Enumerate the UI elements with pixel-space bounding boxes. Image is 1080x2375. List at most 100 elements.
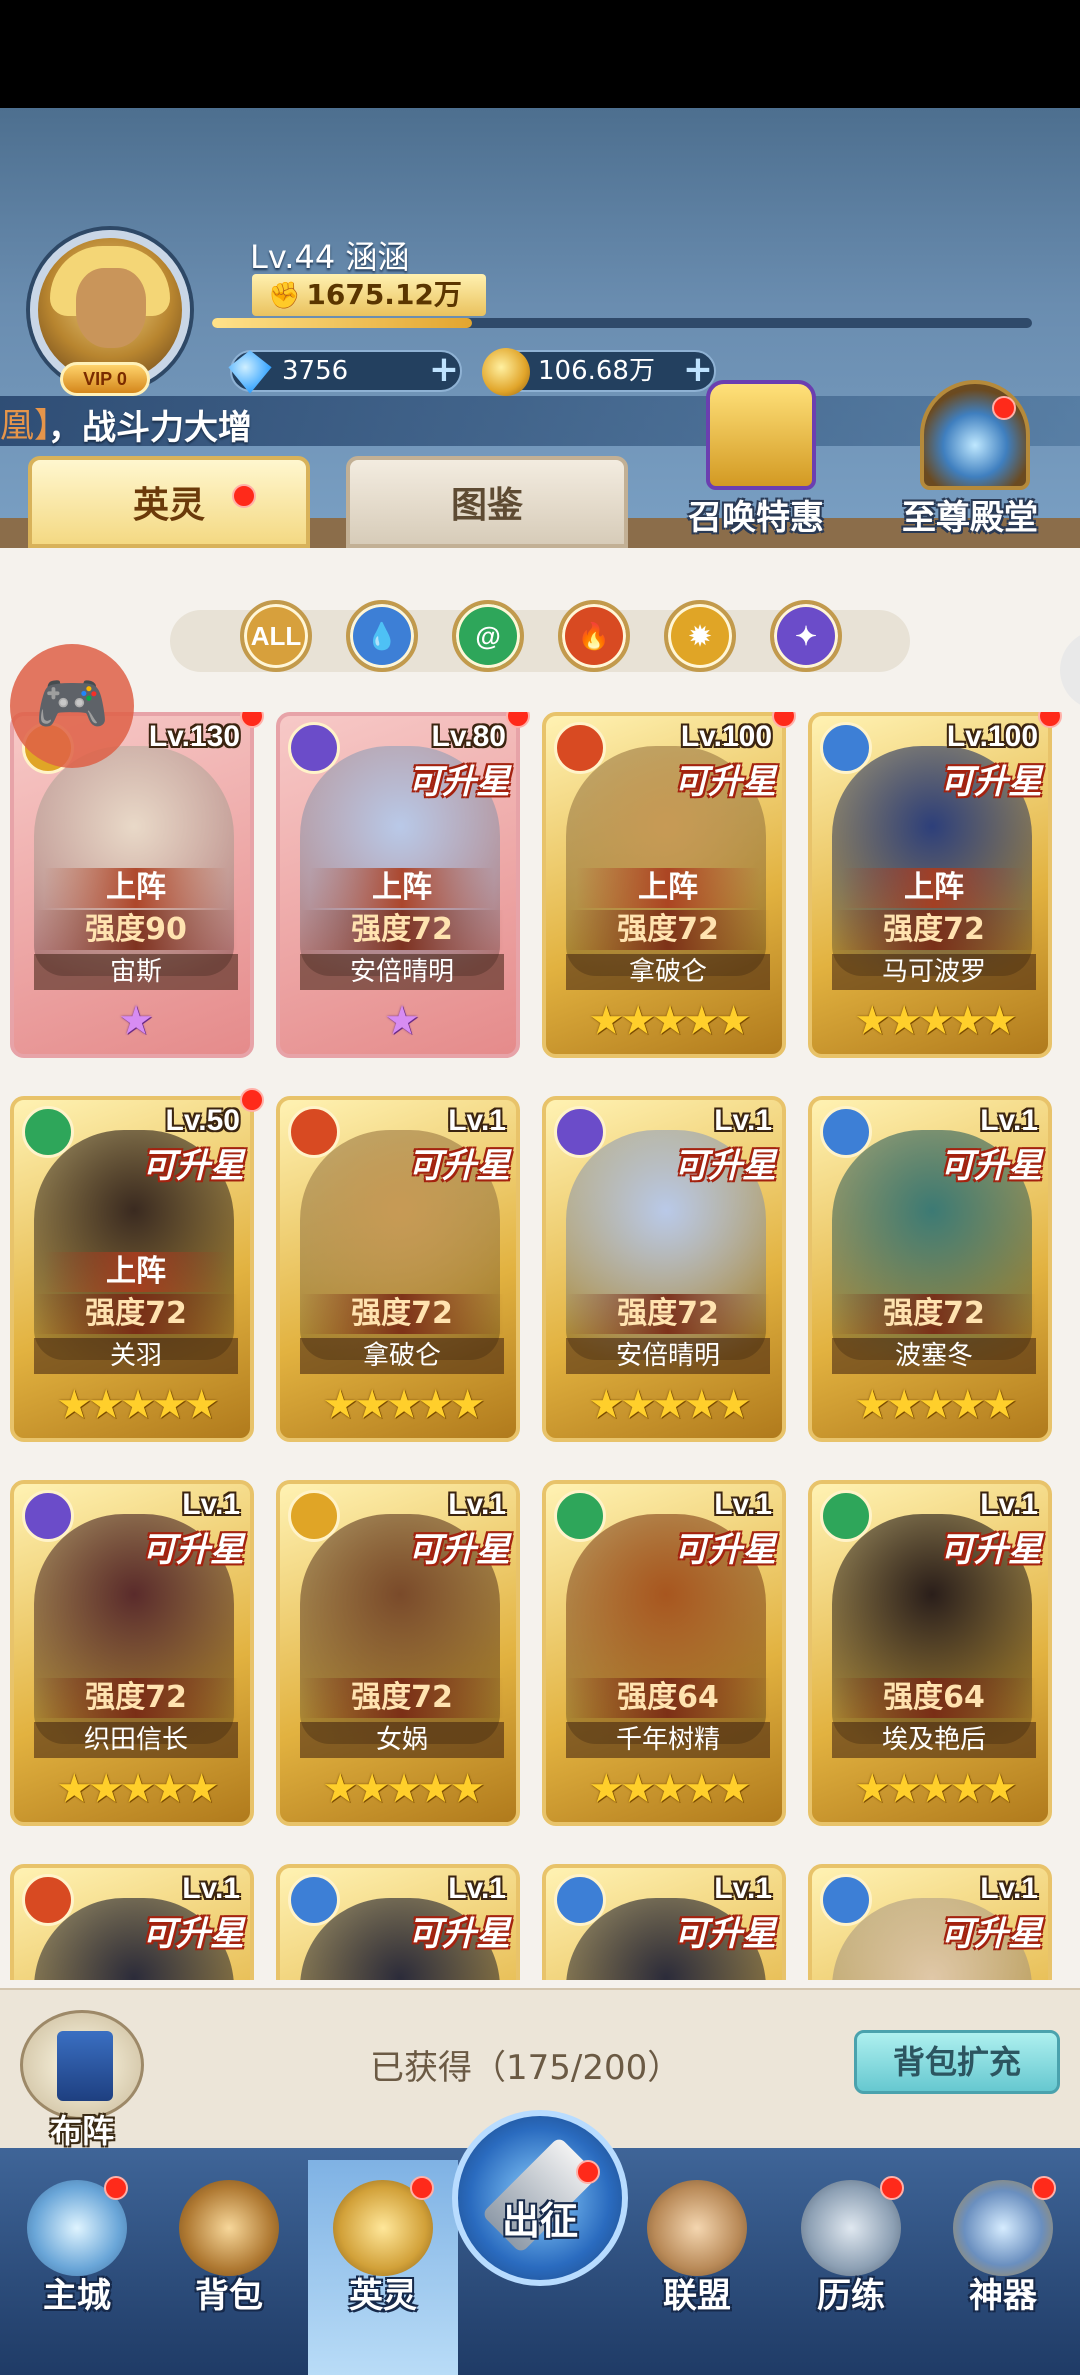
wind-element-icon [820,1490,872,1542]
add-diamonds-button[interactable]: + [424,352,464,390]
supreme-hall-label: 至尊殿堂 [902,498,1038,538]
hero-star-rating: ★★★★★ [588,1382,751,1428]
gold-value: 106.68万 [538,356,655,386]
hero-strength: 强度72 [34,1678,238,1718]
upgradable-tag: 可升星 [940,1146,1042,1186]
tab-gallery[interactable]: 图鉴 [346,456,628,548]
hero-name: 关羽 [34,1338,238,1374]
wind-element-icon [22,1106,74,1158]
hero-card[interactable]: Lv.1 可升星 强度64 千年树精 ★★★★★ [542,1480,786,1826]
summon-offer-label: 召唤特惠 [688,498,824,538]
hero-star-rating: ★★★★★ [854,1382,1017,1428]
hero-star-rating: ★★★★★ [854,998,1017,1044]
backpack-icon [179,2180,279,2276]
gold-coin-icon [482,348,530,396]
nav-trials-label: 历练 [817,2276,885,2316]
upgradable-tag: 可升星 [940,1914,1042,1954]
nav-artifact[interactable]: 神器 [928,2160,1078,2316]
hero-card[interactable]: Lv.1 可升星 强度72 波塞冬 ★★★★★ [808,1096,1052,1442]
hero-card[interactable]: Lv.1 可升星 强度64 埃及艳后 ★★★★★ [808,1480,1052,1826]
nav-bag[interactable]: 背包 [154,2160,304,2316]
notification-dot [232,484,256,508]
combat-power-value: 1675.12万 [306,278,462,311]
hero-card[interactable]: Lv.1 可升星 [808,1864,1052,1980]
filter-light-icon[interactable]: ✹ [664,600,736,672]
filter-all[interactable]: ALL [240,600,312,672]
hero-level: Lv.1 [714,1488,772,1521]
hero-name: 女娲 [300,1722,504,1758]
filter-wind-icon[interactable]: @ [452,600,524,672]
hero-star-rating: ★★★★★ [56,1382,219,1428]
hero-card[interactable]: Lv.100 可升星 上阵 强度72 马可波罗 ★★★★★ [808,712,1052,1058]
upgradable-tag: 可升星 [940,1530,1042,1570]
hero-card[interactable]: Lv.80 可升星 上阵 强度72 安倍晴明 ★ [276,712,520,1058]
player-level-name: Lv.44 涵涵 [250,238,410,276]
hero-strength: 强度90 [34,910,238,950]
hero-level: Lv.1 [448,1872,506,1905]
hero-level: Lv.1 [714,1872,772,1905]
deployed-tag: 上阵 [310,868,494,908]
hero-grid: Lv.130 上阵 强度90 宙斯 ★ Lv.80 可升星 上阵 强度72 安倍晴明 ★ Lv.100… [10,712,1070,1980]
hero-name: 马可波罗 [832,954,1036,990]
nav-alliance[interactable]: 联盟 [622,2160,772,2316]
notification-dot [104,2176,128,2200]
hero-level: Lv.1 [182,1872,240,1905]
formation-label: 布阵 [49,2112,114,2150]
fire-element-icon [288,1106,340,1158]
hero-card[interactable]: Lv.1 可升星 [276,1864,520,1980]
hero-name: 安倍晴明 [566,1338,770,1374]
nav-city[interactable]: 主城 [2,2160,152,2316]
summon-offer-button[interactable]: 召唤特惠 [666,380,846,540]
hero-card[interactable]: Lv.100 可升星 上阵 强度72 拿破仑 ★★★★★ [542,712,786,1058]
wind-element-icon [554,1490,606,1542]
upgradable-tag: 可升星 [408,762,510,802]
combat-power-bar: ✊ 1675.12万 [212,274,1032,330]
hero-card[interactable]: Lv.1 可升星 [10,1864,254,1980]
expand-bag-button[interactable]: 背包扩充 [854,2030,1060,2094]
dark-element-icon [288,722,340,774]
tab-heroes[interactable]: 英灵 [28,456,310,548]
hero-card[interactable]: Lv.1 可升星 [542,1864,786,1980]
filter-water-icon[interactable]: 💧 [346,600,418,672]
hero-level: Lv.1 [980,1872,1038,1905]
filter-fire-icon[interactable]: 🔥 [558,600,630,672]
hero-name: 埃及艳后 [832,1722,1036,1758]
hero-card[interactable]: Lv.1 可升星 强度72 安倍晴明 ★★★★★ [542,1096,786,1442]
hero-name: 安倍晴明 [300,954,504,990]
combat-power: ✊ 1675.12万 [252,274,486,316]
nav-heroes-label: 英灵 [349,2276,417,2316]
vip-badge[interactable]: VIP 0 [60,362,150,396]
filter-dark-icon[interactable]: ✦ [770,600,842,672]
hero-strength: 强度64 [832,1678,1036,1718]
nav-trials[interactable]: 历练 [776,2160,926,2316]
upgradable-tag: 可升星 [674,762,776,802]
owned-count: 已获得（175/200） [370,2048,682,2088]
hero-card[interactable]: Lv.1 可升星 强度72 织田信长 ★★★★★ [10,1480,254,1826]
supreme-hall-button[interactable]: 至尊殿堂 [880,380,1060,540]
hero-card[interactable]: Lv.1 可升星 强度72 女娲 ★★★★★ [276,1480,520,1826]
upgradable-tag: 可升星 [408,1530,510,1570]
experience-bar [212,318,1032,328]
fire-element-icon [554,722,606,774]
upgradable-tag: 可升星 [142,1530,244,1570]
hero-star-rating: ★★★★★ [588,1766,751,1812]
hero-level: Lv.1 [448,1488,506,1521]
upgradable-tag: 可升星 [142,1146,244,1186]
hero-name: 织田信长 [34,1722,238,1758]
hero-card[interactable]: Lv.50 可升星 上阵 强度72 关羽 ★★★★★ [10,1096,254,1442]
hero-card[interactable]: Lv.1 可升星 强度72 拿破仑 ★★★★★ [276,1096,520,1442]
hero-name: 波塞冬 [832,1338,1036,1374]
gamepad-icon[interactable]: 🎮 [10,644,134,768]
hero-name: 千年树精 [566,1722,770,1758]
formation-banner-icon [20,2010,144,2120]
element-filter-bar: ALL 💧 @ 🔥 ✹ ✦ [170,600,910,682]
nav-heroes[interactable]: 英灵 [308,2160,458,2316]
nav-expedition[interactable]: 出征 [452,2110,628,2300]
formation-button[interactable]: 布阵 [20,2010,144,2150]
hero-star-rating: ★★★★★ [854,1766,1017,1812]
status-bar [0,0,1080,108]
hero-level: Lv.100 [946,720,1038,753]
hero-level: Lv.80 [431,720,507,753]
dark-element-icon [554,1106,606,1158]
hero-star-rating: ★ [118,998,154,1044]
